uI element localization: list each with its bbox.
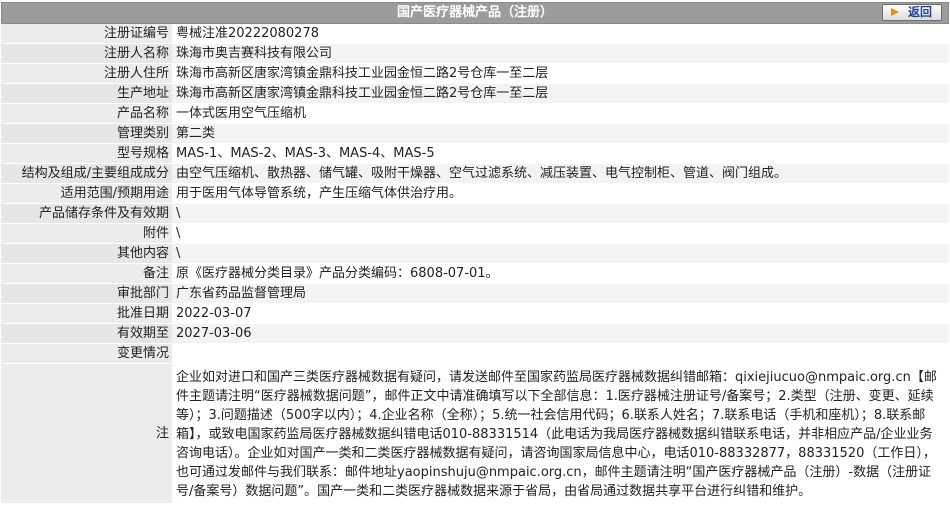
field-value: \ [172,203,949,224]
field-label: 其他内容 [1,243,172,264]
field-value: 2022-03-07 [172,303,949,324]
table-row: 注册证编号 粤械注准20222080278 [1,24,949,44]
table-row: 附件 \ [1,223,949,244]
back-button-label: 返回 [908,5,933,19]
field-value: 2027-03-06 [172,323,949,344]
field-value: 珠海市奥吉赛科技有限公司 [172,43,949,64]
table-row: 管理类别 第二类 [1,123,949,144]
field-label: 备注 [1,263,172,284]
field-value: 原《医疗器械分类目录》产品分类编码：6808-07-01。 [172,263,949,284]
note-row: 注企业如对进口和国产三类医疗器械数据有疑问，请发送邮件至国家药监局医疗器械数据纠… [1,363,949,504]
field-label: 结构及组成/主要组成成分 [1,163,172,184]
field-value: 一体式医用空气压缩机 [172,103,949,124]
table-row: 注册人住所 珠海市高新区唐家湾镇金鼎科技工业园金恒二路2号仓库一至二层 [1,63,949,84]
detail-table: 注册证编号 粤械注准20222080278 注册人名称 珠海市奥吉赛科技有限公司 注册人… [1,24,949,504]
table-row: 产品储存条件及有效期 \ [1,203,949,224]
table-row: 审批部门 广东省药品监督管理局 [1,283,949,304]
table-row: 注册人名称 珠海市奥吉赛科技有限公司 [1,43,949,64]
table-row: 有效期至 2027-03-06 [1,323,949,344]
field-label: 管理类别 [1,123,172,144]
field-value: MAS-1、MAS-2、MAS-3、MAS-4、MAS-5 [172,143,949,164]
field-label: 注册人住所 [1,63,172,84]
field-value: 用于医用气体导管系统，产生压缩气体供治疗用。 [172,183,949,204]
table-row: 适用范围/预期用途 用于医用气体导管系统，产生压缩气体供治疗用。 [1,183,949,204]
field-label: 有效期至 [1,323,172,344]
table-row: 其他内容 \ [1,243,949,264]
field-label: 批准日期 [1,303,172,324]
field-value: 珠海市高新区唐家湾镇金鼎科技工业园金恒二路2号仓库一至二层 [172,83,949,104]
field-value: 粤械注准20222080278 [172,24,949,44]
page-title: 国产医疗器械产品（注册） [396,5,553,20]
field-label: 附件 [1,223,172,244]
table-row: 产品名称 一体式医用空气压缩机 [1,103,949,124]
back-button[interactable]: 返回 [882,4,942,21]
table-row: 备注 原《医疗器械分类目录》产品分类编码：6808-07-01。 [1,263,949,284]
field-label: 型号规格 [1,143,172,164]
field-value: \ [172,243,949,264]
field-label: 审批部门 [1,283,172,304]
table-row: 变更情况 [1,343,949,364]
field-label: 注册证编号 [1,24,172,44]
field-value [172,343,949,364]
note-text: 企业如对进口和国产三类医疗器械数据有疑问，请发送邮件至国家药监局医疗器械数据纠错… [172,363,949,504]
field-value: 第二类 [172,123,949,144]
field-value: 广东省药品监督管理局 [172,283,949,304]
table-row: 生产地址 珠海市高新区唐家湾镇金鼎科技工业园金恒二路2号仓库一至二层 [1,83,949,104]
arrow-right-icon [891,8,899,16]
field-value: 珠海市高新区唐家湾镇金鼎科技工业园金恒二路2号仓库一至二层 [172,63,949,84]
field-label: 产品名称 [1,103,172,124]
note-label: 注 [1,363,172,504]
table-row: 结构及组成/主要组成成分 由空气压缩机、散热器、储气罐、吸附干燥器、空气过滤系统、… [1,163,949,184]
field-value: 由空气压缩机、散热器、储气罐、吸附干燥器、空气过滤系统、减压装置、电气控制柜、管… [172,163,949,184]
field-label: 适用范围/预期用途 [1,183,172,204]
field-label: 变更情况 [1,343,172,364]
title-bar: 国产医疗器械产品（注册） 返回 [1,2,949,24]
field-label: 注册人名称 [1,43,172,64]
table-row: 型号规格 MAS-1、MAS-2、MAS-3、MAS-4、MAS-5 [1,143,949,164]
table-row: 批准日期 2022-03-07 [1,303,949,324]
field-label: 产品储存条件及有效期 [1,203,172,224]
field-value: \ [172,223,949,244]
field-label: 生产地址 [1,83,172,104]
